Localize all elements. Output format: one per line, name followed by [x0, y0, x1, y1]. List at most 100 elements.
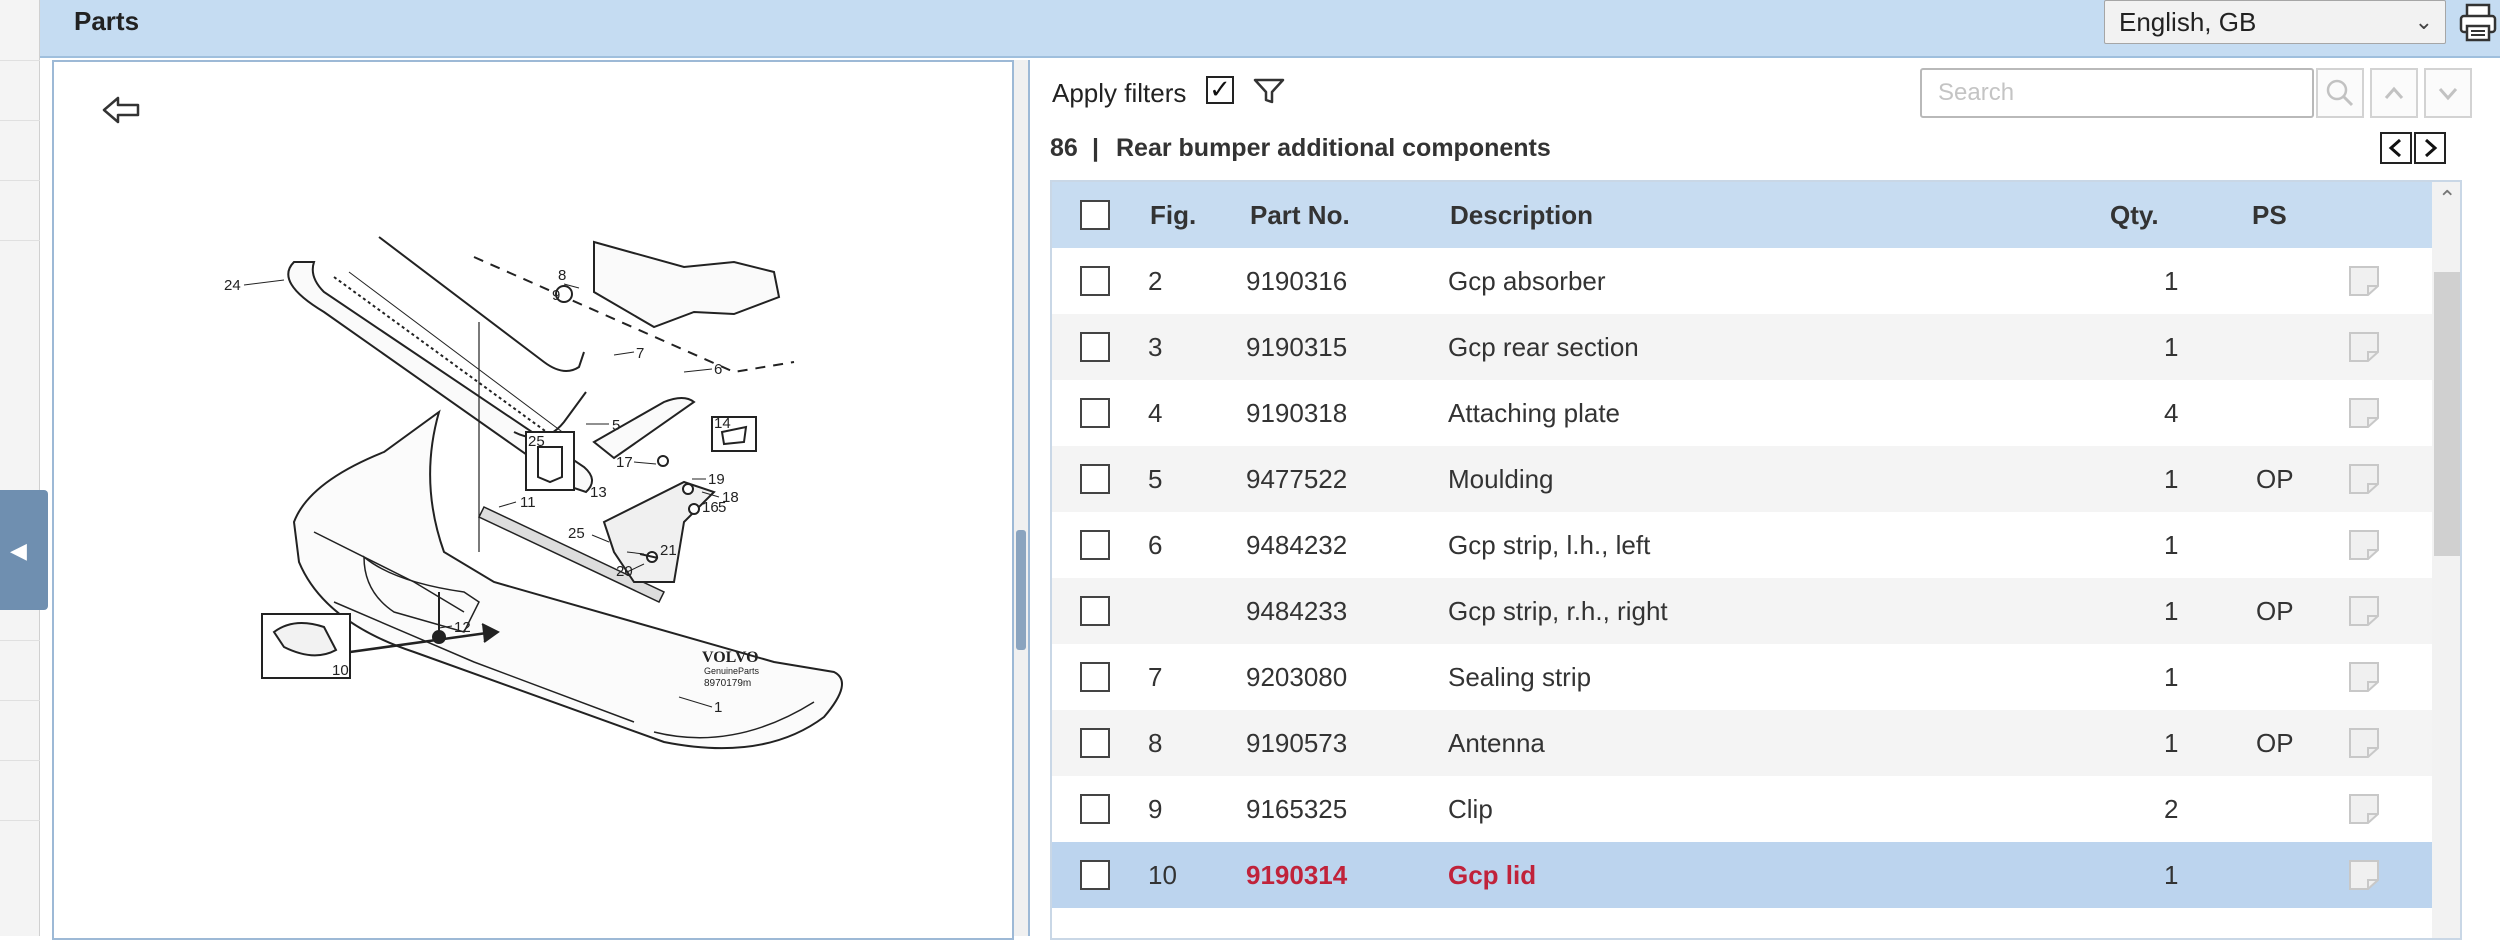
cell-part-no[interactable]: 9203080 [1246, 662, 1347, 693]
cell-fig: 5 [1148, 464, 1163, 494]
cell-ps: OP [2256, 728, 2294, 758]
language-select[interactable]: English, GB ⌄ [2104, 0, 2446, 44]
left-panel-collapse-button[interactable]: ◀ [0, 490, 48, 610]
note-icon[interactable] [2346, 396, 2382, 430]
cell-part-no[interactable]: 9165325 [1246, 794, 1347, 825]
diagram-callout: 8 [558, 267, 566, 284]
language-selected-value: English, GB [2119, 7, 2257, 37]
column-header-ps[interactable]: PS [2252, 200, 2287, 231]
left-navigation-strip [0, 0, 40, 936]
note-icon[interactable] [2346, 462, 2382, 496]
cell-part-no[interactable]: 9477522 [1246, 464, 1347, 495]
diagram-callout: 7 [636, 345, 644, 362]
row-checkbox[interactable] [1080, 266, 1110, 296]
search-input[interactable] [1920, 68, 2314, 118]
table-scrollbar[interactable]: ⌃ [2432, 182, 2460, 938]
apply-filters-label: Apply filters [1052, 78, 1187, 108]
diagram-callout: 5 [718, 499, 726, 516]
table-row[interactable]: 9484233 Gcp strip, r.h., right 1 OP [1052, 578, 2432, 644]
column-header-qty[interactable]: Qty. [2110, 200, 2159, 231]
scrollbar-thumb[interactable] [2434, 272, 2460, 556]
cell-description: Gcp lid [1448, 860, 1537, 890]
back-arrow-icon[interactable] [100, 90, 144, 130]
note-icon[interactable] [2346, 330, 2382, 364]
parts-table: Fig. Part No. Description Qty. PS 2 91903… [1050, 180, 2462, 940]
row-checkbox[interactable] [1080, 728, 1110, 758]
cell-fig: 2 [1148, 266, 1163, 296]
row-checkbox[interactable] [1080, 530, 1110, 560]
cell-qty: 1 [2164, 332, 2179, 362]
table-row[interactable]: 5 9477522 Moulding 1 OP [1052, 446, 2432, 512]
cell-description: Antenna [1448, 728, 1545, 758]
table-row[interactable]: 2 9190316 Gcp absorber 1 [1052, 248, 2432, 314]
note-icon[interactable] [2346, 792, 2382, 826]
cell-part-no[interactable]: 9484232 [1246, 530, 1347, 561]
previous-result-button[interactable] [2370, 68, 2418, 118]
cell-description: Gcp absorber [1448, 266, 1606, 296]
diagram-callout: 6 [714, 361, 722, 378]
section-number: 86 [1050, 134, 1078, 162]
cell-fig: 6 [1148, 530, 1163, 560]
column-header-description[interactable]: Description [1450, 200, 1593, 231]
note-icon[interactable] [2346, 858, 2382, 892]
table-row[interactable]: 10 9190314 Gcp lid 1 [1052, 842, 2432, 908]
exploded-parts-diagram[interactable]: 24 8 9 7 6 5 14 25 17 19 18 11 13 16 5 2… [214, 162, 934, 862]
row-checkbox[interactable] [1080, 332, 1110, 362]
chevron-up-icon[interactable]: ⌃ [2438, 186, 2456, 212]
diagram-callout: 25 [568, 525, 585, 542]
table-row[interactable]: 8 9190573 Antenna 1 OP [1052, 710, 2432, 776]
row-checkbox[interactable] [1080, 860, 1110, 890]
diagram-callout: 19 [708, 471, 725, 488]
header-bar: Parts English, GB ⌄ [40, 0, 2500, 58]
table-row[interactable]: 4 9190318 Attaching plate 4 [1052, 380, 2432, 446]
diagram-callout: 13 [590, 484, 607, 501]
column-header-fig[interactable]: Fig. [1150, 200, 1196, 231]
cell-part-no[interactable]: 9484233 [1246, 596, 1347, 627]
table-row[interactable]: 3 9190315 Gcp rear section 1 [1052, 314, 2432, 380]
row-checkbox[interactable] [1080, 464, 1110, 494]
column-header-part-no[interactable]: Part No. [1250, 200, 1350, 231]
row-checkbox[interactable] [1080, 662, 1110, 692]
note-icon[interactable] [2346, 594, 2382, 628]
cell-part-no[interactable]: 9190316 [1246, 266, 1347, 297]
cell-part-no[interactable]: 9190318 [1246, 398, 1347, 429]
note-icon[interactable] [2346, 726, 2382, 760]
diagram-callout: 25 [528, 433, 545, 450]
cell-part-no[interactable]: 9190573 [1246, 728, 1347, 759]
diagram-callout: 5 [612, 417, 620, 434]
diagram-brand-sub: GenuineParts [704, 666, 760, 676]
note-icon[interactable] [2346, 264, 2382, 298]
diagram-callout: 12 [454, 619, 471, 636]
table-row[interactable]: 9 9165325 Clip 2 [1052, 776, 2432, 842]
apply-filters-checkbox[interactable]: ✓ [1206, 76, 1234, 104]
search-button[interactable] [2316, 68, 2364, 118]
cell-qty: 1 [2164, 662, 2179, 692]
diagram-callout: 10 [332, 662, 349, 679]
cell-description: Gcp strip, l.h., left [1448, 530, 1651, 560]
note-icon[interactable] [2346, 528, 2382, 562]
diagram-callout: 14 [714, 415, 731, 432]
filter-funnel-icon[interactable] [1252, 76, 1286, 106]
cell-description: Gcp rear section [1448, 332, 1639, 362]
diagram-callout: 16 [702, 499, 719, 516]
page-title: Parts [74, 6, 140, 36]
next-section-button[interactable] [2414, 132, 2446, 164]
panel-splitter[interactable] [1014, 60, 1028, 936]
next-result-button[interactable] [2424, 68, 2472, 118]
row-checkbox[interactable] [1080, 398, 1110, 428]
volvo-logo-text: VOLVO [702, 649, 759, 666]
printer-icon[interactable] [2454, 0, 2500, 46]
cell-part-no[interactable]: 9190315 [1246, 332, 1347, 363]
diagram-code: 8970179m [704, 678, 751, 689]
splitter-handle[interactable] [1016, 530, 1026, 650]
cell-part-no[interactable]: 9190314 [1246, 860, 1347, 891]
row-checkbox[interactable] [1080, 596, 1110, 626]
table-row[interactable]: 6 9484232 Gcp strip, l.h., left 1 [1052, 512, 2432, 578]
select-all-checkbox[interactable] [1080, 200, 1110, 230]
row-checkbox[interactable] [1080, 794, 1110, 824]
previous-section-button[interactable] [2380, 132, 2412, 164]
table-row[interactable]: 7 9203080 Sealing strip 1 [1052, 644, 2432, 710]
note-icon[interactable] [2346, 660, 2382, 694]
diagram-callout: 24 [224, 277, 241, 294]
chevron-down-icon [2438, 88, 2458, 101]
